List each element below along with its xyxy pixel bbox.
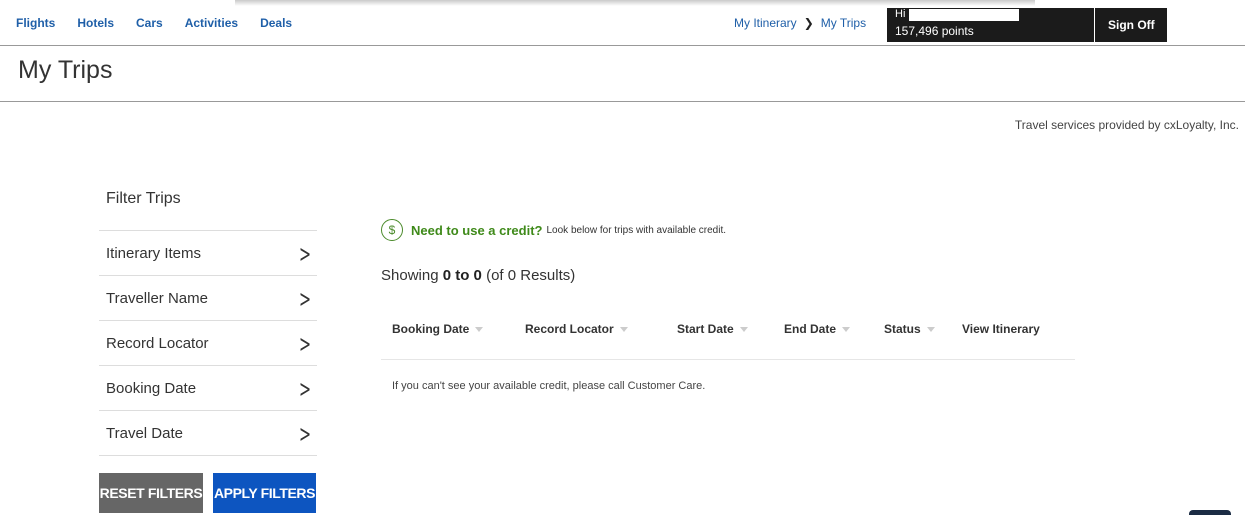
breadcrumb-my-trips[interactable]: My Trips: [821, 16, 866, 30]
chat-widget-tab[interactable]: [1189, 510, 1231, 515]
column-label: View Itinerary: [962, 322, 1040, 336]
filter-label: Travel Date: [106, 424, 183, 442]
credit-subtext: Look below for trips with available cred…: [546, 224, 727, 236]
user-panel: Hi 157,496 points: [887, 8, 1094, 42]
sign-off-button[interactable]: Sign Off: [1095, 8, 1167, 42]
sort-caret-icon: [926, 326, 935, 332]
col-record-locator[interactable]: Record Locator: [525, 322, 628, 336]
filter-title: Filter Trips: [106, 190, 181, 207]
sort-caret-icon: [475, 326, 484, 332]
empty-results-message: If you can't see your available credit, …: [392, 380, 706, 392]
chevron-right-icon: ❯: [803, 16, 814, 30]
title-divider: [0, 101, 1245, 102]
points-balance: 157,496 points: [895, 24, 974, 38]
credit-headline: Need to use a credit?: [411, 222, 543, 238]
provider-text: Travel services provided by cxLoyalty, I…: [1014, 118, 1239, 132]
sort-caret-icon: [619, 326, 628, 332]
column-label: Start Date: [677, 322, 734, 336]
chevron-right-icon: >: [298, 420, 311, 448]
redacted-username: [909, 8, 1020, 21]
col-end-date[interactable]: End Date: [784, 322, 851, 336]
column-label: End Date: [784, 322, 837, 336]
chevron-right-icon: >: [298, 240, 311, 268]
results-suffix: (of 0 Results): [486, 267, 576, 284]
chevron-right-icon: >: [298, 375, 311, 403]
top-shadow: [235, 0, 1035, 6]
sort-caret-icon: [842, 326, 851, 332]
apply-filters-button[interactable]: APPLY FILTERS: [213, 473, 316, 513]
greeting-text: Hi: [895, 8, 906, 20]
filter-traveller-name[interactable]: Traveller Name >: [99, 276, 317, 321]
filter-label: Traveller Name: [106, 289, 208, 307]
filter-travel-date[interactable]: Travel Date >: [99, 411, 317, 456]
filter-itinerary-items[interactable]: Itinerary Items >: [99, 231, 317, 276]
filter-record-locator[interactable]: Record Locator >: [99, 321, 317, 366]
filter-booking-date[interactable]: Booking Date >: [99, 366, 317, 411]
trips-table-header: Booking Date Record Locator Start Date E…: [381, 318, 1075, 360]
col-start-date[interactable]: Start Date: [677, 322, 748, 336]
filter-label: Record Locator: [106, 334, 209, 352]
col-view-itinerary: View Itinerary: [962, 322, 1040, 336]
user-greeting: Hi: [895, 8, 1086, 21]
nav-deals[interactable]: Deals: [260, 16, 292, 30]
chevron-right-icon: >: [298, 285, 311, 313]
main-nav: Flights Hotels Cars Activities Deals: [16, 16, 314, 30]
column-label: Record Locator: [525, 322, 614, 336]
col-status[interactable]: Status: [884, 322, 935, 336]
column-label: Status: [884, 322, 921, 336]
chevron-right-icon: >: [298, 330, 311, 358]
sort-caret-icon: [739, 326, 748, 332]
reset-filters-button[interactable]: RESET FILTERS: [99, 473, 203, 513]
filter-list: Itinerary Items > Traveller Name > Recor…: [99, 230, 317, 456]
nav-cars[interactable]: Cars: [136, 16, 163, 30]
results-summary: Showing 0 to 0 (of 0 Results): [381, 267, 575, 284]
filter-label: Itinerary Items: [106, 244, 202, 262]
column-label: Booking Date: [392, 322, 470, 336]
nav-activities[interactable]: Activities: [185, 16, 238, 30]
nav-flights[interactable]: Flights: [16, 16, 55, 30]
dollar-icon: $: [381, 219, 403, 241]
breadcrumb-my-itinerary[interactable]: My Itinerary: [734, 16, 797, 30]
credit-note: $ Need to use a credit? Look below for t…: [381, 219, 726, 241]
filter-label: Booking Date: [106, 379, 197, 397]
top-bar: Flights Hotels Cars Activities Deals My …: [0, 0, 1245, 46]
col-booking-date[interactable]: Booking Date: [392, 322, 484, 336]
results-prefix: Showing: [381, 267, 439, 284]
results-range: 0 to 0: [442, 267, 482, 284]
breadcrumb: My Itinerary ❯ My Trips: [734, 16, 866, 30]
nav-hotels[interactable]: Hotels: [77, 16, 114, 30]
page-title: My Trips: [18, 56, 113, 84]
